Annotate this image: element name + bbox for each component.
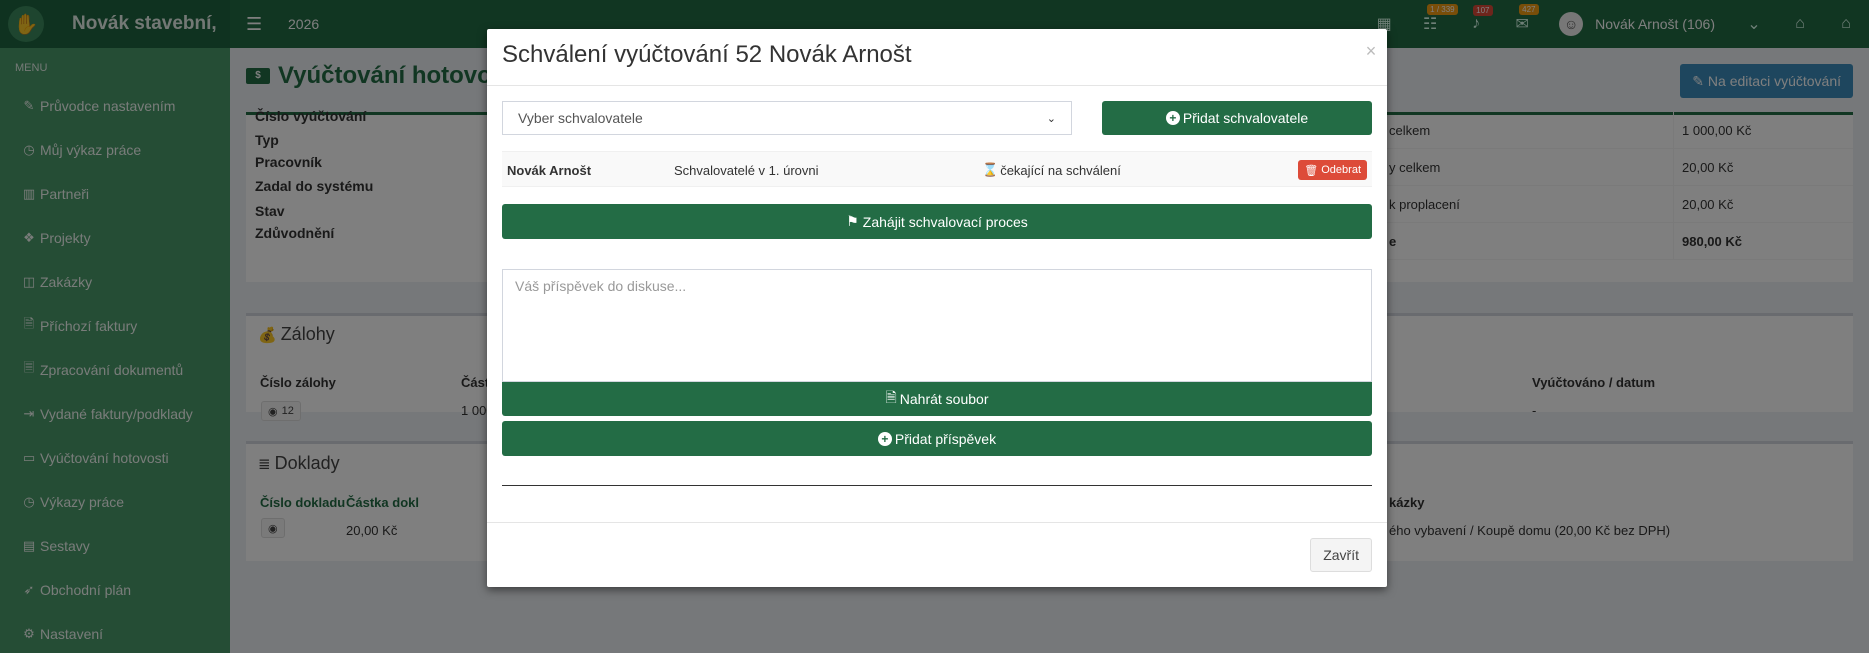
approver-row: Novák Arnošt Schvalovatelé v 1. úrovni ⌛…	[502, 151, 1372, 187]
add-approver-button[interactable]: + Přidat schvalovatele	[1102, 101, 1372, 135]
approver-name: Novák Arnošt	[507, 162, 592, 178]
chevron-down-icon: ⌄	[1046, 112, 1056, 125]
approver-select-value: Vyber schvalovatele	[518, 110, 643, 126]
comment-textarea[interactable]: Váš příspěvek do diskuse...	[502, 269, 1372, 382]
start-approval-process-button[interactable]: ⚑ Zahájit schvalovací proces	[502, 204, 1372, 239]
approver-level: Schvalovatelé v 1. úrovni	[674, 162, 819, 178]
close-button[interactable]: Zavřít	[1310, 538, 1372, 572]
approval-modal: Schválení vyúčtování 52 Novák Arnošt × V…	[487, 29, 1387, 587]
modal-footer: Zavřít	[487, 522, 1387, 587]
approver-select[interactable]: Vyber schvalovatele ⌄	[502, 101, 1072, 135]
plus-circle-icon: +	[1165, 111, 1180, 125]
modal-header: Schválení vyúčtování 52 Novák Arnošt ×	[487, 29, 1387, 86]
add-post-button[interactable]: + Přidat příspěvek	[502, 421, 1372, 456]
flag-icon: ⚑	[846, 213, 859, 229]
file-icon: 🗎	[885, 389, 897, 405]
upload-file-button[interactable]: 🗎 Nahrát soubor	[502, 382, 1372, 416]
remove-approver-button[interactable]: 🗑 Odebrat	[1298, 160, 1367, 180]
trash-icon: 🗑	[1304, 164, 1319, 177]
plus-circle-icon: +	[877, 431, 892, 446]
close-icon[interactable]: ×	[1361, 41, 1381, 62]
approver-status: ⌛ čekající na schválení	[982, 162, 1121, 178]
hourglass-icon: ⌛	[982, 162, 999, 177]
divider	[502, 485, 1372, 486]
modal-title: Schválení vyúčtování 52 Novák Arnošt	[502, 41, 912, 68]
